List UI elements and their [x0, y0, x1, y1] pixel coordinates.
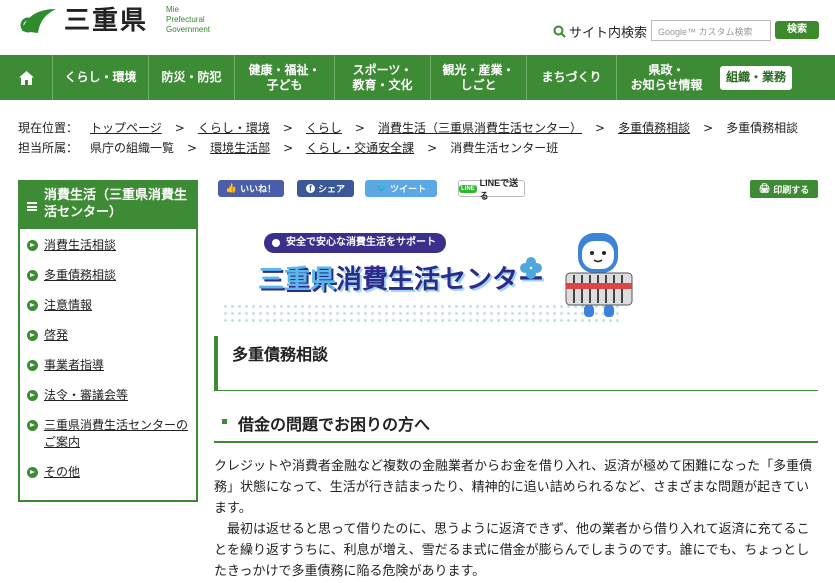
nav-item-bousai[interactable]: 防災・防犯 [148, 55, 234, 100]
center-banner: 安全で安心な消費生活をサポート 三重県消費生活センター [222, 225, 642, 325]
facebook-icon: f [305, 184, 315, 193]
home-icon [18, 70, 34, 85]
print-button[interactable]: 🖨 印刷する [750, 180, 818, 198]
twitter-bird-icon: 🐦 [375, 183, 388, 193]
thumbs-up-icon: 👍 [225, 183, 238, 193]
article-body: クレジットや消費者金融など複数の金融業者からお金を借り入れ、返済が極めて困難にな… [214, 456, 818, 582]
nav-item-kankou[interactable]: 観光・産業・ しごと [430, 55, 526, 100]
breadcrumb: 現在位置： トップページ > くらし・環境 > くらし > 消費生活（三重県消費生活セ… [18, 118, 798, 158]
menu-icon [27, 202, 37, 211]
banner-title: 三重県消費生活センター [258, 265, 545, 295]
nav-item-machizukuri[interactable]: まちづくり [526, 55, 616, 100]
sidebar-item[interactable]: 消費生活相談 [20, 231, 196, 261]
sidebar: 消費生活（三重県消費生活センター） 消費生活相談 多重債務相談 注意情報 啓発 … [18, 180, 198, 502]
sidebar-item[interactable]: 法令・審議会等 [20, 381, 196, 411]
sidebar-item[interactable]: 三重県消費生活センターのご案内 [20, 411, 196, 458]
sidebar-item[interactable]: その他 [20, 458, 196, 488]
breadcrumb-link[interactable]: 多重債務相談 [618, 118, 690, 138]
sidebar-item[interactable]: 事業者指導 [20, 351, 196, 381]
banner-tagline: 安全で安心な消費生活をサポート [264, 233, 446, 253]
nav-item-soshiki[interactable]: 組織・業務 [720, 65, 793, 90]
arrow-right-icon [27, 330, 38, 341]
share-button[interactable]: f シェア [297, 180, 354, 197]
nav-item-sports[interactable]: スポーツ・ 教育・文化 [334, 55, 430, 100]
printer-icon: 🖨 [758, 184, 771, 194]
arrow-right-icon [27, 390, 38, 401]
page-title: 多重債務相談 [214, 336, 818, 391]
logo-name[interactable]: 三重県 [64, 4, 148, 38]
mie-logo-icon[interactable] [18, 5, 58, 37]
tweet-button[interactable]: 🐦 ツイート [365, 180, 437, 197]
sidebar-title[interactable]: 消費生活（三重県消費生活センター） [20, 182, 196, 229]
breadcrumb-current: 多重債務相談 [726, 121, 799, 135]
sidebar-item[interactable]: 多重債務相談 [20, 261, 196, 291]
arrow-right-icon [27, 270, 38, 281]
paragraph: クレジットや消費者金融など複数の金融業者からお金を借り入れ、返済が極めて困難にな… [214, 459, 813, 516]
breadcrumb-link[interactable]: くらし・交通安全課 [306, 138, 414, 158]
logo-english: Mie Prefectural Government [166, 5, 211, 34]
global-nav: くらし・環境 防災・防犯 健康・福祉・ 子ども スポーツ・ 教育・文化 観光・産… [0, 55, 835, 100]
breadcrumb-location: 現在位置： トップページ > くらし・環境 > くらし > 消費生活（三重県消費生活セ… [18, 118, 798, 138]
arrow-right-icon [27, 360, 38, 371]
breadcrumb-link[interactable]: トップページ [90, 118, 162, 138]
nav-home[interactable] [0, 55, 52, 100]
site-search-label: サイト内検索 [553, 22, 647, 41]
arrow-right-icon [27, 420, 38, 431]
breadcrumb-department: 担当所属： 県庁の組織一覧 > 環境生活部 > くらし・交通安全課 > 消費生活センタ… [18, 138, 798, 158]
breadcrumb-link[interactable]: くらし・環境 [198, 118, 270, 138]
sidebar-item[interactable]: 注意情報 [20, 291, 196, 321]
search-input[interactable]: Google™ カスタム検索 [651, 20, 771, 41]
nav-item-kensei[interactable]: 県政・ お知らせ情報 [616, 55, 716, 100]
arrow-right-icon [27, 300, 38, 311]
line-icon: LINE [459, 184, 477, 193]
arrow-right-icon [27, 467, 38, 478]
search-button[interactable]: 検索 [775, 21, 819, 39]
nav-item-kurashi[interactable]: くらし・環境 [52, 55, 148, 100]
breadcrumb-link[interactable]: 消費生活（三重県消費生活センター） [378, 118, 582, 138]
breadcrumb-link[interactable]: 県庁の組織一覧 [90, 138, 174, 158]
breadcrumb-link[interactable]: くらし [306, 118, 342, 138]
mascot-character-icon [565, 233, 633, 317]
like-button[interactable]: 👍 いいね！ [218, 180, 284, 197]
search-icon [553, 25, 566, 38]
clover-icon [520, 257, 542, 279]
site-header: 三重県 Mie Prefectural Government サイト内検索 Go… [0, 0, 835, 55]
arrow-right-icon [27, 240, 38, 251]
paragraph: 最初は返せると思って借りたのに、思うように返済できず、他の業者から借り入れて返済… [214, 522, 810, 579]
nav-item-kenkou[interactable]: 健康・福祉・ 子ども [234, 55, 334, 100]
breadcrumb-current: 消費生活センター班 [450, 141, 559, 155]
section-heading: 借金の問題でお困りの方へ [214, 405, 818, 443]
sidebar-item[interactable]: 啓発 [20, 321, 196, 351]
breadcrumb-link[interactable]: 環境生活部 [210, 138, 270, 158]
line-share-button[interactable]: LINE LINEで送る [458, 178, 525, 201]
